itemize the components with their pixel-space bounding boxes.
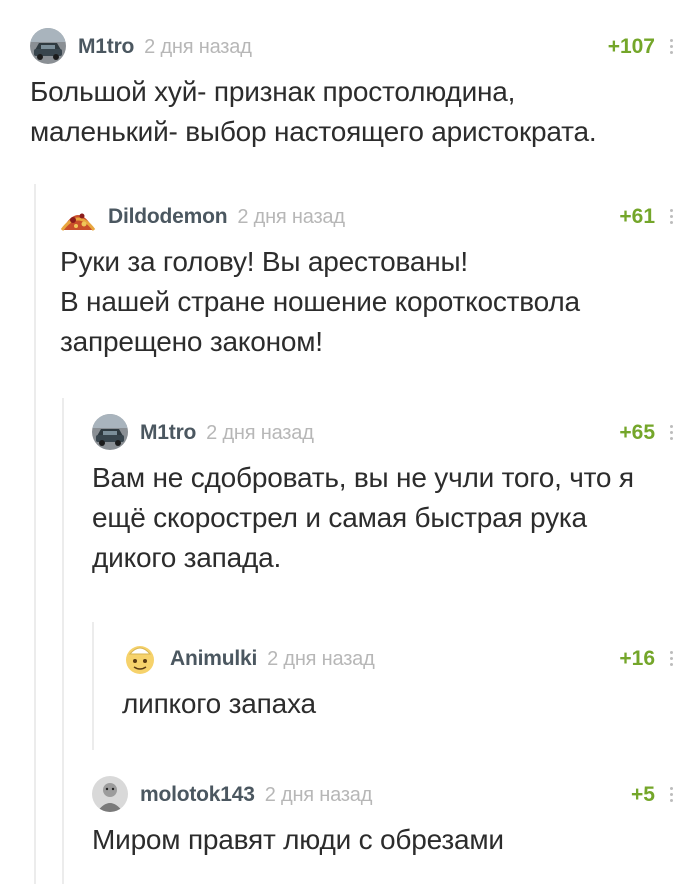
comment-time: 2 дня назад <box>206 422 314 444</box>
more-options-icon[interactable] <box>668 784 674 806</box>
comment: Animulki 2 дня назад +16 липкого запаха <box>122 640 700 724</box>
comment-time: 2 дня назад <box>267 648 375 670</box>
author-name[interactable]: M1tro 2 дня назад <box>78 35 252 59</box>
person-avatar-icon[interactable] <box>92 776 128 812</box>
author-label[interactable]: M1tro <box>78 35 134 58</box>
comment-header: Animulki 2 дня назад +16 <box>122 640 700 676</box>
more-options-icon[interactable] <box>668 36 674 58</box>
pizza-avatar-icon[interactable] <box>60 198 96 234</box>
car-avatar-icon[interactable] <box>30 28 66 64</box>
more-options-icon[interactable] <box>668 648 674 670</box>
thread-line-level-2 <box>62 398 64 884</box>
comment: Dildodemon 2 дня назад +61 Руки за голову… <box>60 198 700 362</box>
comment-text: Миром правят люди с обрезами <box>92 824 504 855</box>
author-label[interactable]: Animulki <box>170 647 257 670</box>
comment: M1tro 2 дня назад +65 Вам не сдобровать, … <box>92 414 700 578</box>
car-avatar-icon[interactable] <box>92 414 128 450</box>
author-name[interactable]: M1tro 2 дня назад <box>140 421 314 445</box>
comment-time: 2 дня назад <box>237 206 345 228</box>
cartoon-avatar-icon[interactable] <box>122 640 158 676</box>
comment-text: Руки за голову! Вы арестованы! В нашей с… <box>60 246 580 357</box>
comment-rating: +107 <box>607 35 655 58</box>
author-name[interactable]: Dildodemon 2 дня назад <box>108 205 345 229</box>
comment: molotok143 2 дня назад +5 Миром правят лю… <box>92 776 700 860</box>
comment-time: 2 дня назад <box>144 36 252 58</box>
comment-text: Вам не сдобровать, вы не учли того, что … <box>92 462 634 573</box>
author-name[interactable]: molotok143 2 дня назад <box>140 783 373 807</box>
comment-time: 2 дня назад <box>264 784 373 806</box>
comment-header: Dildodemon 2 дня назад +61 <box>60 198 700 234</box>
author-label[interactable]: M1tro <box>140 421 196 444</box>
more-options-icon[interactable] <box>668 206 674 228</box>
comment: M1tro 2 дня назад +107 Большой хуй- призн… <box>30 28 700 152</box>
author-label[interactable]: molotok143 <box>140 783 255 806</box>
thread-line-level-3 <box>92 622 94 750</box>
comment-rating: +5 <box>631 783 655 806</box>
comment-header: molotok143 2 дня назад +5 <box>92 776 700 812</box>
author-label[interactable]: Dildodemon <box>108 205 228 228</box>
comment-rating: +61 <box>619 205 655 228</box>
comment-header: M1tro 2 дня назад +65 <box>92 414 700 450</box>
comment-header: M1tro 2 дня назад +107 <box>30 28 700 64</box>
thread-line-level-1 <box>34 184 36 884</box>
author-name[interactable]: Animulki 2 дня назад <box>170 647 375 671</box>
comment-rating: +65 <box>619 421 655 444</box>
comment-rating: +16 <box>619 647 655 670</box>
more-options-icon[interactable] <box>668 422 674 444</box>
comment-text: липкого запаха <box>122 688 316 719</box>
comment-text: Большой хуй- признак простолюдина, мален… <box>30 76 597 147</box>
